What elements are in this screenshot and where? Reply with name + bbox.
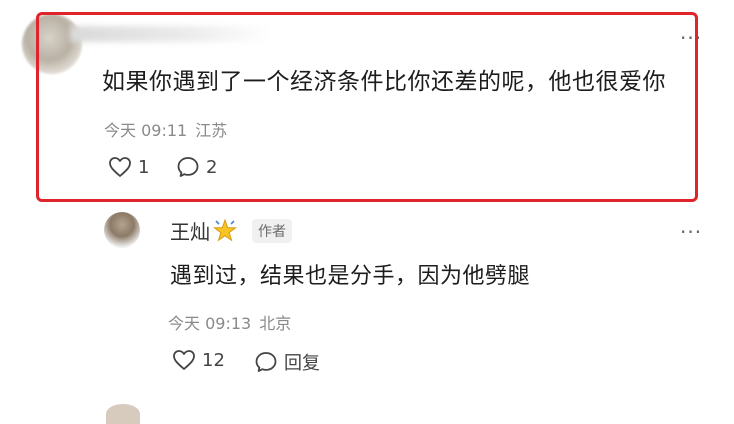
- reply-meta: 今天 09:13 北京: [168, 310, 299, 334]
- sparkle-star-icon: [213, 217, 237, 242]
- heart-icon: [173, 350, 195, 370]
- highlight-box: [36, 12, 698, 202]
- comment-bubble-icon: [255, 352, 277, 372]
- author-badge: 作者: [252, 218, 292, 243]
- reply-header: 王灿 作者: [170, 216, 292, 245]
- reply-more-options-icon[interactable]: ···: [680, 222, 702, 242]
- reply-button-label: 回复: [284, 353, 320, 374]
- next-reply-avatar[interactable]: [106, 404, 140, 424]
- reply-avatar[interactable]: [104, 212, 140, 248]
- reply-like-button[interactable]: 12: [172, 349, 225, 371]
- reply-time: 今天 09:13: [168, 314, 252, 333]
- reply-button[interactable]: 回复: [254, 349, 320, 375]
- reply-username[interactable]: 王灿: [170, 216, 210, 245]
- reply-text: 遇到过，结果也是分手，因为他劈腿: [170, 264, 531, 289]
- reply-like-count: 12: [202, 349, 225, 371]
- reply-location: 北京: [259, 314, 292, 333]
